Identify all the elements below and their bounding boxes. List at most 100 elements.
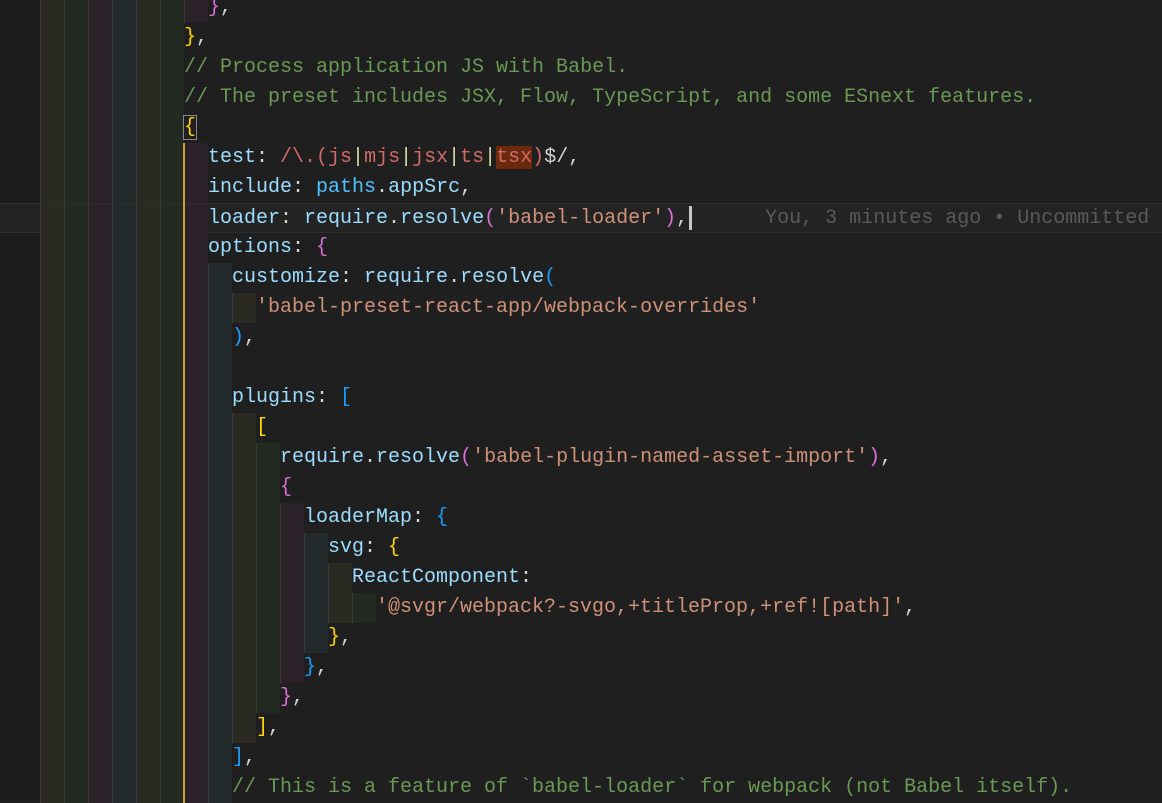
current-code-line[interactable]: loader: require.resolve('babel-loader'),… <box>0 203 1162 234</box>
indent-guide-band <box>304 563 328 593</box>
code-line[interactable]: plugins: [ <box>0 383 1162 413</box>
indent-guide-band <box>88 773 112 803</box>
code-token: { <box>280 476 293 499</box>
indent-guide-band <box>160 503 184 533</box>
indent-guide-band <box>160 233 184 263</box>
indent-guide-band <box>88 143 112 173</box>
indent-guide-band <box>184 0 208 23</box>
code-line[interactable]: customize: require.resolve( <box>0 263 1162 293</box>
indent-guide-band <box>256 443 280 473</box>
code-token: : <box>292 176 317 199</box>
code-line[interactable]: }, <box>0 23 1162 53</box>
indent-guide-band <box>64 113 88 143</box>
code-line[interactable]: // Process application JS with Babel. <box>0 53 1162 83</box>
indent-guide-band <box>40 0 64 23</box>
code-line[interactable]: }, <box>0 623 1162 653</box>
code-line[interactable]: [ <box>0 413 1162 443</box>
indent-guide-band <box>88 53 112 83</box>
indent-guide-band <box>136 533 160 563</box>
indent-guide-band <box>40 623 64 653</box>
indent-guide-band <box>112 233 136 263</box>
indent-guide-band <box>40 293 64 323</box>
indent-guide-band <box>112 473 136 503</box>
indent-guide-band <box>88 113 112 143</box>
indent-guide-band <box>64 0 88 23</box>
code-line[interactable]: // This is a feature of `babel-loader` f… <box>0 773 1162 803</box>
code-token: , <box>316 656 329 679</box>
code-token: , <box>904 596 917 619</box>
indent-guide-band <box>112 623 136 653</box>
indent-guide-band <box>112 743 136 773</box>
code-token: paths <box>316 176 377 199</box>
indent-guide-band <box>64 743 88 773</box>
indent-guide-band <box>136 683 160 713</box>
indent-guide-band <box>88 83 112 113</box>
code-token: customize <box>232 266 341 289</box>
code-line[interactable]: { <box>0 113 1162 143</box>
code-line[interactable]: ), <box>0 323 1162 353</box>
code-line[interactable]: 'babel-preset-react-app/webpack-override… <box>0 293 1162 323</box>
indent-guide-band <box>136 653 160 683</box>
code-token: require <box>364 266 449 289</box>
indent-guide-band <box>184 473 208 503</box>
indent-guide-band <box>256 623 280 653</box>
code-token: | <box>484 146 497 169</box>
code-line[interactable]: test: /\.(js|mjs|jsx|ts|tsx)$/, <box>0 143 1162 173</box>
code-line[interactable]: svg: { <box>0 533 1162 563</box>
indent-guide-band <box>160 443 184 473</box>
code-editor[interactable]: },}, // Process application JS with Babel… <box>0 0 1162 803</box>
indent-guide-band <box>40 263 64 293</box>
code-line[interactable]: }, <box>0 683 1162 713</box>
indent-guide-band <box>304 593 328 623</box>
code-line[interactable]: ], <box>0 743 1162 773</box>
code-line[interactable] <box>0 353 1162 383</box>
indent-guide-band <box>88 743 112 773</box>
indent-guide-band <box>160 204 184 234</box>
indent-guide-band <box>304 533 328 563</box>
code-line[interactable]: '@svgr/webpack?-svgo,+titleProp,+ref![pa… <box>0 593 1162 623</box>
indent-guide-band <box>64 503 88 533</box>
indent-guide-band <box>136 353 160 383</box>
indent-guide-band <box>232 593 256 623</box>
indent-guide-band <box>112 713 136 743</box>
indent-guide-band <box>112 563 136 593</box>
indent-guide-band <box>112 23 136 53</box>
indent-guide-band <box>256 683 280 713</box>
code-line[interactable]: { <box>0 473 1162 503</box>
code-line[interactable]: }, <box>0 653 1162 683</box>
code-text: ), <box>232 323 256 353</box>
code-text: '@svgr/webpack?-svgo,+titleProp,+ref![pa… <box>376 593 916 623</box>
code-line[interactable]: require.resolve('babel-plugin-named-asse… <box>0 443 1162 473</box>
code-line[interactable]: ReactComponent: <box>0 563 1162 593</box>
indent-guide-band <box>232 533 256 563</box>
code-line[interactable]: loaderMap: { <box>0 503 1162 533</box>
indent-guide-band <box>184 323 208 353</box>
code-token: // The preset includes JSX, Flow, TypeSc… <box>184 86 1037 109</box>
indent-guide-band <box>136 23 160 53</box>
indent-guide-band <box>160 143 184 173</box>
code-token: '@svgr/webpack?-svgo,+titleProp,+ref![pa… <box>376 596 905 619</box>
code-token: ] <box>256 716 269 739</box>
indent-guide-band <box>64 623 88 653</box>
indent-guide-band <box>136 443 160 473</box>
indent-guide-band <box>280 503 304 533</box>
code-token: { <box>388 536 401 559</box>
code-token: : <box>364 536 389 559</box>
code-token: , <box>292 686 305 709</box>
code-text: { <box>182 113 198 143</box>
code-line[interactable]: }, <box>0 0 1162 23</box>
code-line[interactable]: options: { <box>0 233 1162 263</box>
code-token: ) <box>532 146 545 169</box>
indent-guide-band <box>160 53 184 83</box>
code-text: include: paths.appSrc, <box>208 173 472 203</box>
code-line[interactable]: include: paths.appSrc, <box>0 173 1162 203</box>
code-line[interactable]: // The preset includes JSX, Flow, TypeSc… <box>0 83 1162 113</box>
code-line[interactable]: ], <box>0 713 1162 743</box>
indent-guide-band <box>136 773 160 803</box>
indent-guide-band <box>112 83 136 113</box>
indent-guide-band <box>208 323 232 353</box>
indent-guide-band <box>208 743 232 773</box>
code-text: [ <box>256 413 268 443</box>
code-token: : <box>280 207 305 230</box>
code-token: : <box>340 266 365 289</box>
